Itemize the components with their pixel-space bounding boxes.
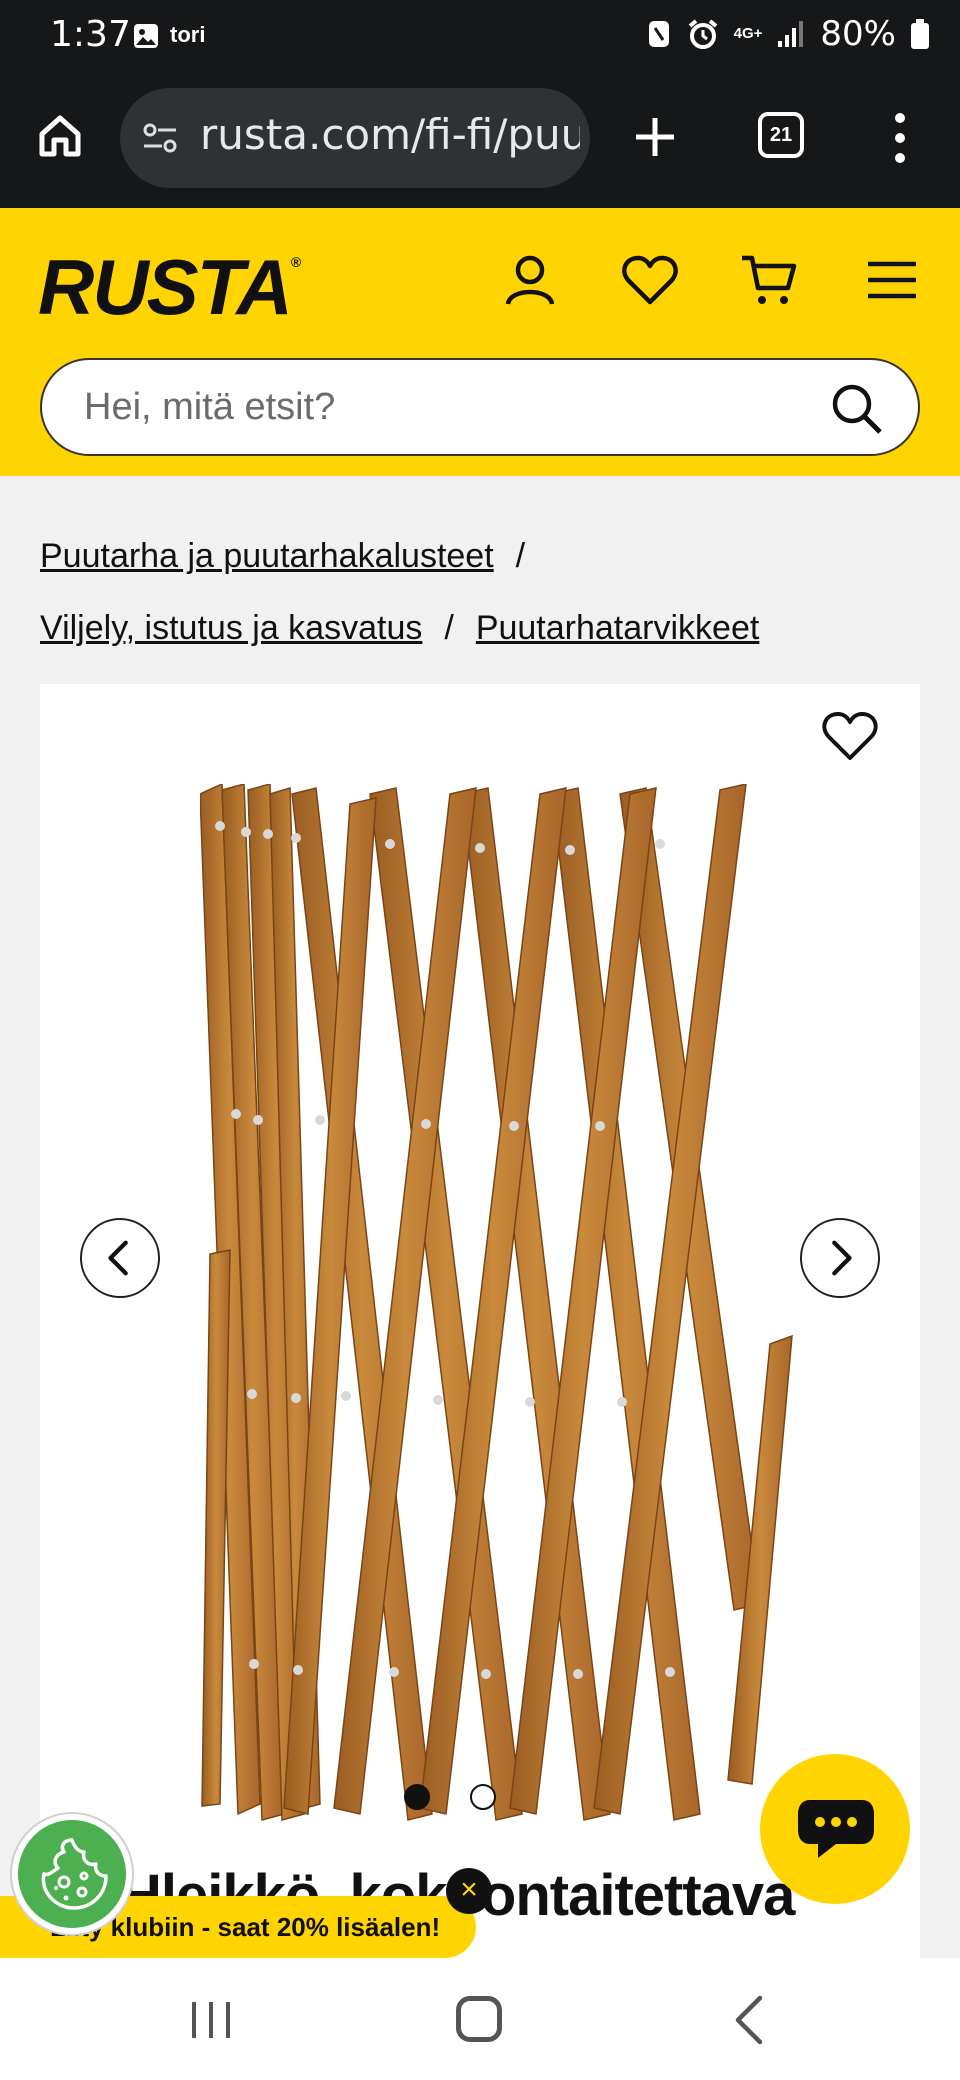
breadcrumb-separator: / [515, 537, 526, 575]
search-placeholder: Hei, mitä etsit? [84, 386, 336, 428]
recent-apps-icon[interactable] [186, 1998, 236, 2042]
status-time: 1:37 [50, 14, 131, 55]
chat-button[interactable] [760, 1754, 910, 1904]
system-navigation-bar [0, 1958, 960, 2080]
gallery-notification-icon [134, 24, 158, 48]
system-back-icon[interactable] [730, 1994, 770, 2046]
more-options-icon[interactable] [882, 108, 918, 168]
tab-switcher-button[interactable]: 21 [758, 112, 804, 158]
promo-close-button[interactable]: × [446, 1868, 492, 1914]
breadcrumb-separator: / [444, 609, 454, 647]
system-home-button[interactable] [456, 1996, 502, 2042]
status-indicators: 4G+ 80% [646, 14, 930, 54]
next-image-button[interactable] [800, 1218, 880, 1298]
product-image-trellis[interactable] [200, 784, 810, 1914]
favorite-heart-icon[interactable] [820, 708, 880, 764]
previous-image-button[interactable] [80, 1218, 160, 1298]
carousel-dot-1[interactable] [404, 1784, 430, 1810]
rusta-logo[interactable]: RUSTA® [38, 242, 301, 333]
search-input[interactable]: Hei, mitä etsit? [40, 358, 920, 456]
address-bar[interactable]: rusta.com/fi-fi/puu [120, 88, 590, 188]
site-header: RUSTA® Hei, mitä etsit? [0, 208, 960, 476]
breadcrumb-link-cultivation[interactable]: Viljely, istutus ja kasvatus [40, 609, 422, 647]
carousel-dots [404, 1784, 496, 1810]
logo-mark: ® [290, 254, 301, 270]
url-text[interactable]: rusta.com/fi-fi/puu [200, 110, 580, 159]
cookie-icon [41, 1838, 108, 1910]
search-icon[interactable] [830, 382, 884, 436]
user-icon[interactable] [500, 250, 560, 310]
signal-icon [778, 21, 804, 47]
battery-icon [911, 19, 929, 49]
carousel-dot-2[interactable] [470, 1784, 496, 1810]
breadcrumb-link-garden-supplies[interactable]: Puutarhatarvikkeet [476, 609, 760, 647]
new-tab-icon[interactable] [630, 112, 680, 162]
logo-text: RUSTA [38, 243, 293, 331]
battery-level: 80% [820, 14, 896, 54]
home-icon[interactable] [36, 112, 84, 160]
alarm-icon [688, 19, 717, 49]
heart-icon[interactable] [620, 250, 680, 310]
browser-toolbar: rusta.com/fi-fi/puu 21 [0, 72, 960, 208]
site-settings-icon[interactable] [140, 118, 180, 158]
chat-icon [798, 1800, 874, 1858]
notification-label: tori [170, 22, 206, 47]
cart-icon[interactable] [738, 250, 798, 310]
hamburger-icon[interactable] [862, 250, 922, 310]
network-type: 4G+ [733, 25, 763, 42]
cookie-settings-button[interactable] [12, 1814, 132, 1934]
nfc-icon [648, 21, 669, 47]
breadcrumb-link-garden[interactable]: Puutarha ja puutarhakalusteet [40, 537, 494, 575]
breadcrumb: Puutarha ja puutarhakalusteet / Viljely, … [40, 520, 920, 664]
status-bar: 1:37 tori 4G+ 80% [0, 0, 960, 72]
